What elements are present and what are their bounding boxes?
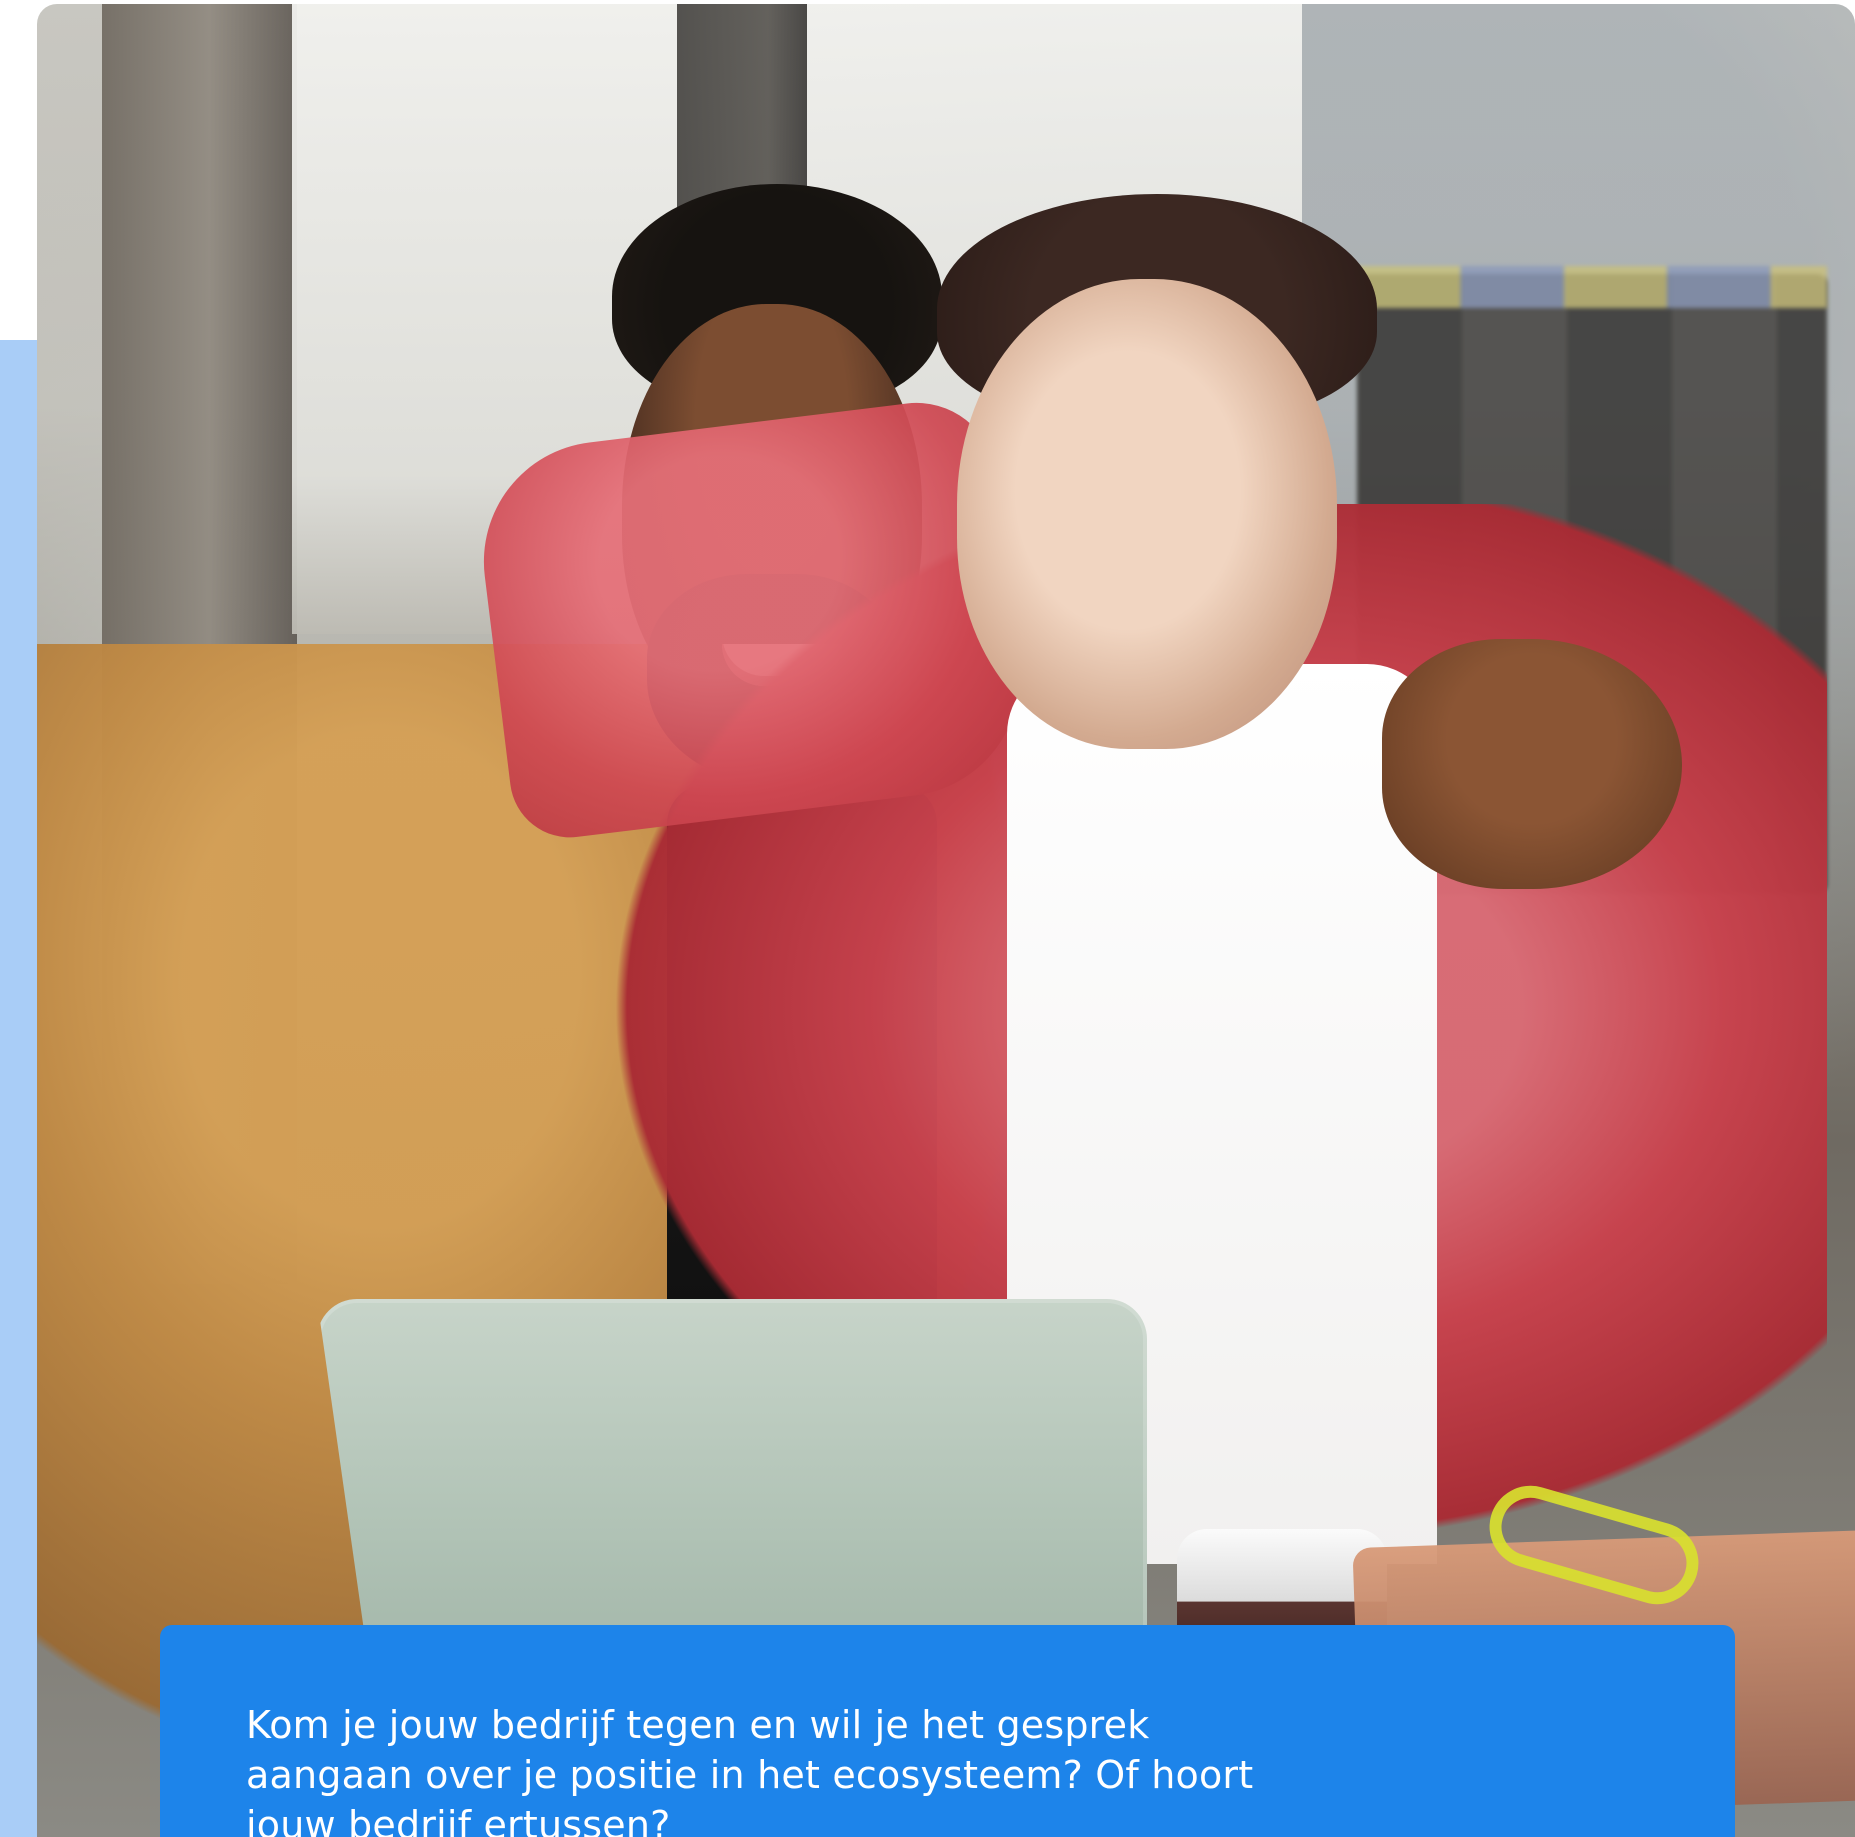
right-person-face [957, 279, 1337, 749]
left-accent [0, 340, 38, 1837]
hand-on-shoulder [1382, 639, 1682, 889]
card-copy: Kom je jouw bedrijf tegen en wil je het … [246, 1703, 1254, 1837]
arm-over-shoulder [470, 393, 1034, 845]
hero-photo [37, 4, 1855, 1837]
page: Kom je jouw bedrijf tegen en wil je het … [0, 0, 1855, 1837]
background-bin-tops [1357, 266, 1827, 308]
